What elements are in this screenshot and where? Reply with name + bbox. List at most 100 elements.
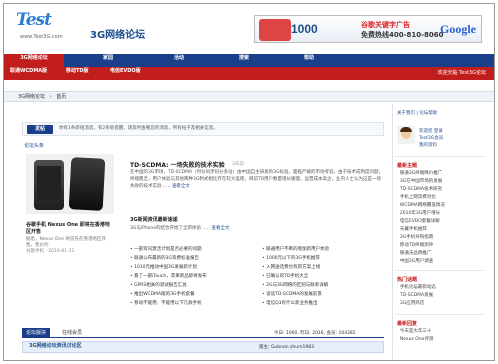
sidebar-list-item[interactable]: 3G应用商店 <box>397 300 487 308</box>
logo-url: www.Test3G.com <box>20 34 63 40</box>
sidebar-list-item[interactable]: 3G在中国市场的发展 <box>397 178 487 186</box>
link-item[interactable]: 移动不能用：不能用以下几款手机 <box>130 300 258 308</box>
link-item[interactable]: 一部资讯激活计划是否必要的问题 <box>130 246 258 254</box>
user-name[interactable]: Test3G会员 <box>419 135 443 141</box>
site-header: Test www.Test3G.com 3G网络论坛 1000 谷歌关键字广告 … <box>4 4 494 54</box>
link-item[interactable]: 入网送话费也有新方案上线 <box>262 264 386 272</box>
sidebar-heading-replies: 最新回复 <box>397 321 418 327</box>
sidebar-list-item[interactable]: TD-SCDMA技术研究 <box>397 186 487 194</box>
subnav-evdo[interactable]: 电信EVDO版 <box>110 67 141 80</box>
subnav-welcome: 欢迎光临 Test3G论坛 <box>437 70 487 76</box>
section-label: 论坛头条 <box>24 143 45 149</box>
breadcrumb-separator: › <box>49 94 52 100</box>
product-image[interactable] <box>26 154 114 214</box>
sidebar-list-item[interactable]: 2010年3G用户增长 <box>397 210 487 218</box>
link-row: 推出WCDMA版的3G手机套餐 谈谈TD-SCDMA的发展前景 <box>26 291 386 299</box>
sidebar-list-item[interactable]: WCDMA网络覆盖情况 <box>397 202 487 210</box>
sidebar-list-item[interactable]: 手机上网资费对比 <box>397 194 487 202</box>
link-row: 1010元推动中国3G发展新计划 入网送话费也有新方案上线 <box>26 264 386 272</box>
link-row: 看了一部iTouch，苹果新品即将发布 已确认的TD手机大全 <box>26 273 386 281</box>
link-item[interactable]: 1000元以下的3G手机推荐 <box>262 255 386 263</box>
sidebar-divider <box>395 270 485 271</box>
forum-row[interactable]: 3G网络论坛资讯讨论区 版主: Gubnan zhum1983 <box>22 341 384 353</box>
phone-icon <box>34 160 64 210</box>
nav-item-help[interactable]: 帮助 <box>289 54 329 67</box>
notice-text: 你有1条新短消息，有2条新提醒，请及时查看您的消息，所有帖子及相关信息。 <box>59 126 218 131</box>
sidebar-list-item[interactable]: TD-SCDMA发展 <box>397 292 487 300</box>
featured-title[interactable]: TD-SCDMA: 一场失败的技术实验 <box>130 160 225 169</box>
link-item[interactable]: 看了一部iTouch，苹果新品即将发布 <box>130 273 258 281</box>
link-item[interactable]: 联通公布最新的3G资费标准报告 <box>130 255 258 263</box>
sidebar-list-item[interactable]: 联通3G终端降价推广 <box>397 170 487 178</box>
link-item[interactable]: 电信Q3有什么新业务推出 <box>262 300 386 308</box>
nav-item-forum[interactable]: 3G网络论坛 <box>4 54 64 67</box>
link-row: 移动不能用：不能用以下几款手机 电信Q3有什么新业务推出 <box>26 300 386 308</box>
sidebar-replies-list: 今天是大年三十 Nexus One评测 <box>397 328 487 344</box>
new-post-button[interactable]: 发帖 <box>27 125 53 134</box>
news-item-more-link[interactable]: 查看全文 <box>211 226 229 231</box>
ad-badge-icon <box>259 19 291 41</box>
featured-body-text: 在中国的3G市场，TD-SCDMA（时分同步码分多址）由中国自主研发的3G标准，… <box>130 170 383 189</box>
sidebar-list-item[interactable]: 移动TD终端测评 <box>397 242 487 250</box>
product-title[interactable]: 谷歌手机 Nexus One 即将在香港地区开售 <box>26 222 114 236</box>
logo-mark: Test <box>16 10 52 30</box>
sidebar-list-item[interactable]: 联通沃品牌推广 <box>397 250 487 258</box>
sidebar-list-item[interactable]: 电信EVDO套餐详解 <box>397 218 487 226</box>
sidebar: 关于我们 | 论坛帮助 欢迎您 登录 Test3G会员 我的资料 最新主题 联通… <box>392 104 488 360</box>
link-item[interactable]: 推出WCDMA版的3G手机套餐 <box>130 291 258 299</box>
breadcrumb-home[interactable]: 3G网络论坛 <box>18 94 45 100</box>
avatar[interactable] <box>397 126 415 144</box>
google-ad-banner[interactable]: 1000 谷歌关键字广告 免费热线400-810-8060 Google <box>254 15 482 43</box>
link-item[interactable]: 2G与3G网络的区别与联系详解 <box>262 282 386 290</box>
sidebar-list-item[interactable]: 手机论坛最新动态 <box>397 284 487 292</box>
nav-item-home[interactable]: 家园 <box>88 54 128 67</box>
sidebar-divider <box>395 314 485 315</box>
ad-phone: 免费热线400-810-8060 <box>361 31 444 39</box>
user-profile-link[interactable]: 我的资料 <box>419 142 437 148</box>
featured-body: 在中国的3G市场，TD-SCDMA（时分同步码分多址）由中国自主研发的3G标准，… <box>130 169 385 190</box>
link-item[interactable]: GPRS相关的测试报告汇总 <box>130 282 258 290</box>
sidebar-top-links[interactable]: 关于我们 | 论坛帮助 <box>397 110 437 116</box>
forum-name[interactable]: 3G网络论坛资讯讨论区 <box>29 342 82 349</box>
breadcrumb-current: 首页 <box>56 94 67 100</box>
sidebar-list-item[interactable]: Nexus One评测 <box>397 336 487 344</box>
avatar-hair-icon <box>400 127 412 132</box>
news-item-body-text: 3G与iPhone的结合开始了全新体验…… <box>130 226 211 231</box>
sub-nav: 联通WCDMA版 移动TD版 电信EVDO版 欢迎光临 Test3G论坛 <box>4 67 494 80</box>
featured-time: 3天前 <box>232 162 244 167</box>
link-item[interactable]: 已确认的TD手机大全 <box>262 273 386 281</box>
subnav-td[interactable]: 移动TD版 <box>66 67 89 80</box>
featured-more-link[interactable]: 查看全文 <box>172 184 190 189</box>
sidebar-list-item[interactable]: 天翼手机推荐 <box>397 226 487 234</box>
ad-headline: 谷歌关键字广告 <box>361 21 410 29</box>
site-logo[interactable]: Test www.Test3G.com <box>16 10 76 46</box>
forum-stats: 今日: 1060, 昨日: 2016, 会员: 104382 <box>274 331 356 336</box>
sidebar-hot-list: 手机论坛最新动态 TD-SCDMA发展 3G应用商店 <box>397 284 487 308</box>
sidebar-list-item[interactable]: 中国3G用户调查 <box>397 258 487 266</box>
phone-icon-2 <box>68 157 106 211</box>
link-item[interactable]: 谈谈TD-SCDMA的发展前景 <box>262 291 386 299</box>
link-item[interactable]: 1010元推动中国3G发展新计划 <box>130 264 258 272</box>
sidebar-heading-hot: 热门话题 <box>397 277 418 283</box>
link-item[interactable]: 联通用户不断的增加新用户体验 <box>262 246 386 254</box>
forum-moderators: 版主: Gubnan zhum1983 <box>259 345 314 350</box>
notice-bar: 发帖 你有1条新短消息，有2条新提醒，请及时查看您的消息，所有帖子及相关信息。 <box>22 122 384 136</box>
sidebar-list-item[interactable]: 3G手机导购指南 <box>397 234 487 242</box>
nav-item-activity[interactable]: 活动 <box>159 54 199 67</box>
sidebar-divider <box>395 156 485 157</box>
link-row: GPRS相关的测试报告汇总 2G与3G网络的区别与联系详解 <box>26 282 386 290</box>
nav-item-search[interactable]: 搜索 <box>224 54 264 67</box>
user-login-link[interactable]: 欢迎您 登录 <box>419 128 443 134</box>
link-row: 联通公布最新的3G资费标准报告 1000元以下的3G手机推荐 <box>26 255 386 263</box>
tab-online-members[interactable]: 在线会员 <box>58 328 86 338</box>
google-logo: Google <box>440 22 476 36</box>
tab-forum-sections[interactable]: 论坛版块 <box>22 328 51 338</box>
news-item-title[interactable]: 3G新闻资讯最新速递 <box>130 216 178 223</box>
page-frame: Test www.Test3G.com 3G网络论坛 1000 谷歌关键字广告 … <box>3 3 495 361</box>
ad-price: 1000 <box>291 22 318 36</box>
subnav-wcdma[interactable]: 联通WCDMA版 <box>10 67 47 80</box>
site-title: 3G网络论坛 <box>90 30 146 41</box>
breadcrumb: 3G网络论坛 › 首页 <box>4 91 494 102</box>
sidebar-list-item[interactable]: 今天是大年三十 <box>397 328 487 336</box>
main-nav: 3G网络论坛 家园 活动 搜索 帮助 <box>4 54 494 67</box>
